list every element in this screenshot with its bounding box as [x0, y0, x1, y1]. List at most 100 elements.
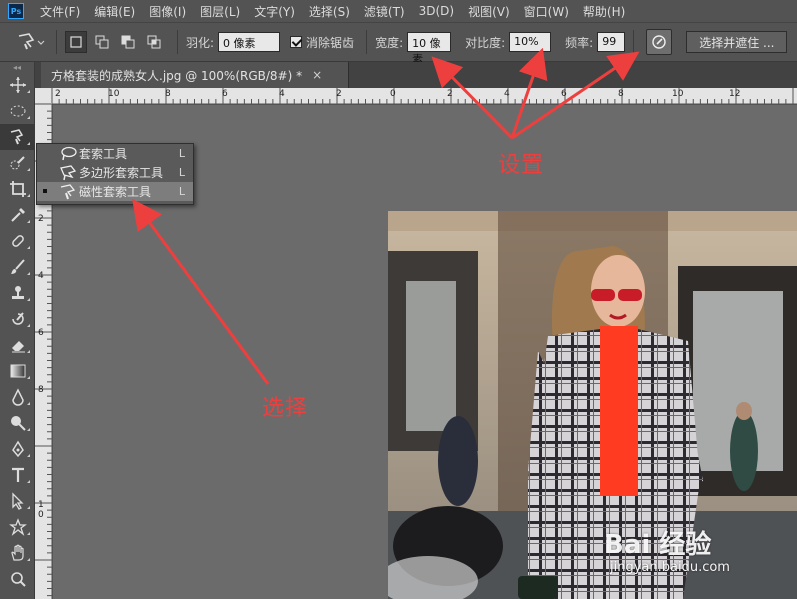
more-tools-indicator	[27, 324, 30, 327]
pen-pressure-button[interactable]	[646, 29, 673, 55]
frequency-label: 频率:	[565, 35, 594, 50]
close-icon[interactable]: ×	[312, 68, 322, 82]
ruler-ticks	[52, 88, 794, 104]
ruler-label: 2	[55, 89, 61, 99]
menu-select[interactable]: 选择(S)	[309, 3, 350, 20]
marquee-tool[interactable]	[0, 98, 35, 124]
ruler-label: 6	[561, 89, 567, 99]
ellipse-marquee-icon	[10, 105, 25, 117]
frequency-input[interactable]: 99	[597, 32, 626, 52]
eyedropper-tool[interactable]	[0, 202, 35, 228]
more-tools-indicator	[27, 350, 30, 353]
menu-layer[interactable]: 图层(L)	[200, 3, 240, 20]
flyout-item-magnetic-lasso[interactable]: 磁性套索工具 L	[37, 182, 193, 201]
ruler-label: 8	[38, 385, 44, 395]
options-bar: 羽化: 0 像素 消除锯齿 宽度: 10 像素 对比度: 10% 频率: 99 …	[0, 22, 797, 66]
menu-filter[interactable]: 滤镜(T)	[364, 3, 405, 20]
tools-panel: ◂◂	[0, 62, 35, 599]
blur-icon	[11, 388, 24, 406]
width-input[interactable]: 10 像素	[407, 32, 452, 66]
horizontal-ruler[interactable]: 2 10 8 6 4 2 0 2 4 6 8 10 12	[52, 88, 797, 104]
select-and-mask-button[interactable]: 选择并遮住 ...	[686, 31, 788, 53]
healing-brush-tool[interactable]	[0, 228, 35, 254]
crop-tool[interactable]	[0, 176, 35, 202]
menu-window[interactable]: 窗口(W)	[524, 3, 569, 20]
ruler-label: 12	[729, 89, 741, 99]
subtract-selection-icon	[121, 35, 135, 49]
separator	[633, 30, 635, 54]
panel-grip-icon[interactable]: ◂◂	[0, 62, 34, 72]
hand-tool[interactable]	[0, 540, 35, 566]
width-label: 宽度:	[375, 35, 404, 50]
more-tools-indicator	[27, 480, 30, 483]
eraser-tool[interactable]	[0, 332, 35, 358]
brush-tool[interactable]	[0, 254, 35, 280]
move-tool[interactable]	[0, 72, 35, 98]
flyout-item-label: 磁性套索工具	[79, 185, 152, 199]
gradient-tool[interactable]	[0, 358, 35, 384]
flyout-item-label: 多边形套索工具	[79, 166, 164, 180]
separator	[56, 30, 57, 54]
tool-preset-picker[interactable]	[12, 30, 48, 54]
history-brush-tool[interactable]	[0, 306, 35, 332]
document-image[interactable]	[388, 211, 797, 599]
menu-view[interactable]: 视图(V)	[468, 3, 510, 20]
more-tools-indicator	[27, 298, 30, 301]
flyout-item-shortcut: L	[178, 147, 185, 160]
flyout-item-polygonal-lasso[interactable]: 多边形套索工具 L	[37, 163, 193, 182]
history-brush-icon	[11, 312, 24, 325]
menu-3d[interactable]: 3D(D)	[419, 4, 454, 18]
menu-edit[interactable]: 编辑(E)	[94, 3, 135, 20]
ruler-label: 10	[672, 89, 684, 99]
eyedropper-icon	[10, 208, 25, 222]
new-selection-icon	[70, 36, 82, 48]
menu-image[interactable]: 图像(I)	[149, 3, 186, 20]
more-tools-indicator	[27, 194, 30, 197]
direct-selection-icon	[11, 492, 24, 510]
contrast-input[interactable]: 10%	[509, 32, 552, 52]
eraser-icon	[11, 341, 25, 353]
more-tools-indicator	[27, 558, 30, 561]
quick-selection-tool[interactable]	[0, 150, 35, 176]
ruler-label: 6	[38, 328, 44, 338]
photoshop-logo: Ps	[8, 3, 24, 19]
watermark-url: jingyan.baidu.com	[610, 560, 730, 575]
new-selection-button[interactable]	[65, 31, 87, 53]
more-tools-indicator	[27, 142, 30, 145]
more-tools-indicator	[27, 532, 30, 535]
intersect-selection-button[interactable]	[143, 31, 165, 53]
more-tools-indicator	[27, 402, 30, 405]
antialias-label: 消除锯齿	[306, 35, 355, 50]
ruler-label: 4	[504, 89, 510, 99]
antialias-checkbox[interactable]	[290, 36, 303, 48]
clone-stamp-tool[interactable]	[0, 280, 35, 306]
contrast-label: 对比度:	[465, 35, 506, 50]
feather-label: 羽化:	[186, 35, 215, 50]
subtract-from-selection-button[interactable]	[117, 31, 139, 53]
annotation-select: 选择	[262, 396, 309, 421]
ruler-origin[interactable]	[35, 88, 52, 104]
zoom-tool[interactable]	[0, 566, 35, 592]
dodge-tool[interactable]	[0, 410, 35, 436]
annotation-settings: 设置	[498, 153, 545, 178]
pen-tool[interactable]	[0, 436, 35, 462]
more-tools-indicator	[27, 506, 30, 509]
type-tool[interactable]	[0, 462, 35, 488]
path-selection-tool[interactable]	[0, 488, 35, 514]
menu-type[interactable]: 文字(Y)	[254, 3, 295, 20]
shape-tool[interactable]	[0, 514, 35, 540]
menu-file[interactable]: 文件(F)	[40, 3, 80, 20]
more-tools-indicator	[27, 116, 30, 119]
polygonal-lasso-icon	[59, 164, 77, 181]
feather-input[interactable]: 0 像素	[218, 32, 281, 52]
more-tools-indicator	[27, 90, 30, 93]
intersect-selection-icon	[147, 35, 161, 49]
custom-shape-icon	[8, 518, 27, 536]
lasso-tool[interactable]	[0, 124, 35, 150]
menu-help[interactable]: 帮助(H)	[583, 3, 625, 20]
add-to-selection-button[interactable]	[91, 31, 113, 53]
document-tab[interactable]: 方格套装的成熟女人.jpg @ 100%(RGB/8#) * ×	[41, 62, 349, 88]
blur-tool[interactable]	[0, 384, 35, 410]
flyout-item-lasso[interactable]: 套索工具 L	[37, 144, 193, 163]
dodge-icon	[10, 416, 26, 431]
